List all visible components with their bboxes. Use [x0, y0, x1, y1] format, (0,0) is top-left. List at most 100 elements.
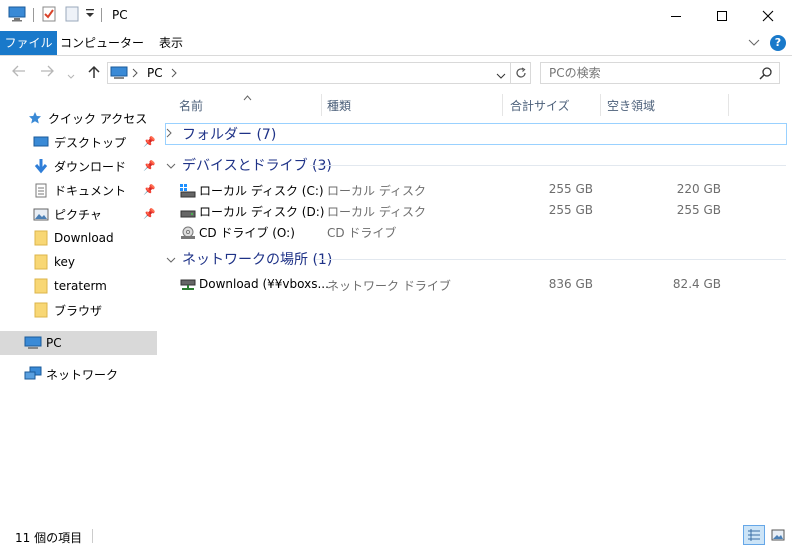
sidebar-item-label: PC — [46, 336, 62, 350]
help-icon[interactable]: ? — [770, 35, 786, 51]
ribbon-controls: ? — [748, 35, 786, 51]
breadcrumb-pc[interactable]: PC — [147, 66, 163, 80]
group-devices-and-drives[interactable]: デバイスとドライブ (3) — [166, 155, 332, 175]
address-dropdown-icon[interactable] — [496, 69, 506, 83]
sidebar-item-browser[interactable]: ブラウザ — [32, 299, 102, 321]
content-pane: 名前 種類 合計サイズ 空き領域 フォルダー (7) デバイスとドライブ (3)… — [160, 90, 792, 520]
title-bar: PC — [0, 0, 792, 31]
drive-name: ローカル ディスク (C:) — [199, 184, 324, 198]
refresh-button[interactable] — [511, 62, 531, 84]
maximize-button[interactable] — [699, 0, 745, 31]
pc-icon — [24, 335, 42, 351]
column-header-name[interactable]: 名前 — [179, 94, 203, 118]
maximize-icon — [717, 10, 727, 21]
computer-icon — [8, 6, 26, 22]
sidebar-item-downloads[interactable]: ダウンロード — [32, 155, 126, 177]
sidebar-item-documents[interactable]: ドキュメント — [32, 179, 126, 201]
column-divider[interactable] — [502, 94, 503, 116]
title-divider — [101, 8, 102, 22]
sidebar-item-label: ダウンロード — [54, 159, 127, 174]
properties-icon[interactable] — [42, 6, 56, 22]
sidebar-item-desktop[interactable]: デスクトップ — [32, 131, 126, 153]
details-view-button[interactable] — [743, 525, 765, 545]
customize-quick-access-icon[interactable] — [86, 9, 94, 19]
refresh-icon — [515, 67, 526, 78]
column-divider[interactable] — [321, 94, 322, 116]
breadcrumb-separator-icon[interactable] — [132, 67, 138, 81]
column-header-total-size[interactable]: 合計サイズ — [510, 94, 570, 118]
drive-total-size: 255 GB — [548, 203, 593, 217]
expand-ribbon-icon[interactable] — [748, 36, 760, 50]
table-row[interactable]: CD ドライブ (O:) CD ドライブ — [160, 222, 792, 242]
tab-computer[interactable]: コンピューター — [60, 31, 144, 55]
minimize-button[interactable] — [653, 0, 699, 31]
up-icon[interactable] — [88, 65, 100, 83]
sidebar-item-download-folder[interactable]: Download — [32, 227, 114, 249]
drive-name: ローカル ディスク (D:) — [199, 205, 325, 219]
folder-icon — [32, 230, 50, 246]
tab-file[interactable]: ファイル — [0, 31, 57, 55]
new-folder-icon[interactable] — [65, 6, 79, 22]
column-divider[interactable] — [600, 94, 601, 116]
back-icon[interactable] — [12, 65, 26, 81]
forward-icon[interactable] — [40, 65, 54, 81]
pin-icon[interactable]: 📌 — [143, 185, 155, 196]
pc-icon — [110, 66, 128, 83]
sidebar-item-key[interactable]: key — [32, 251, 75, 273]
table-row[interactable]: ローカル ディスク (C:) ローカル ディスク 255 GB 220 GB — [160, 180, 792, 200]
column-divider[interactable] — [728, 94, 729, 116]
sidebar-item-label: デスクトップ — [54, 135, 127, 150]
cd-drive-icon — [180, 226, 196, 240]
tab-view[interactable]: 表示 — [150, 31, 192, 55]
window-title: PC — [112, 8, 128, 22]
status-bar: 11 個の項目 — [0, 520, 792, 548]
table-row[interactable]: ローカル ディスク (D:) ローカル ディスク 255 GB 255 GB — [160, 201, 792, 221]
recent-locations-icon[interactable] — [67, 68, 75, 84]
large-icons-view-icon — [771, 529, 785, 541]
close-button[interactable] — [745, 0, 791, 31]
system-drive-icon — [180, 183, 196, 198]
minimize-icon — [671, 15, 681, 17]
table-row[interactable]: Download (¥¥vboxs... ネットワーク ドライブ 836 GB … — [160, 275, 792, 295]
drive-name: Download (¥¥vboxs... — [199, 277, 329, 291]
sidebar-item-label: ブラウザ — [54, 303, 103, 318]
group-label: ネットワークの場所 (1) — [182, 252, 333, 268]
sidebar-item-label: クイック アクセス — [48, 111, 148, 126]
status-divider — [92, 529, 93, 543]
sidebar-item-teraterm[interactable]: teraterm — [32, 275, 107, 297]
drive-type: CD ドライブ — [327, 226, 397, 240]
pin-icon[interactable]: 📌 — [143, 209, 155, 220]
sidebar-item-pictures[interactable]: ピクチャ — [32, 203, 102, 225]
group-label: フォルダー (7) — [182, 127, 277, 143]
sidebar-item-quick-access[interactable]: クイック アクセス — [26, 107, 147, 129]
folder-icon — [32, 302, 50, 318]
sidebar-item-label: ピクチャ — [54, 207, 102, 222]
column-header-type[interactable]: 種類 — [327, 94, 351, 118]
group-network-locations[interactable]: ネットワークの場所 (1) — [166, 249, 332, 269]
sidebar-item-label: Download — [54, 231, 114, 245]
search-box[interactable] — [540, 62, 780, 84]
download-arrow-icon — [32, 158, 50, 174]
folder-icon — [32, 254, 50, 270]
details-view-icon — [748, 529, 760, 541]
pin-icon[interactable]: 📌 — [143, 137, 155, 148]
large-icons-view-button[interactable] — [767, 525, 789, 545]
breadcrumb-chevron-icon[interactable] — [171, 67, 177, 81]
network-icon — [24, 366, 42, 382]
sidebar-item-pc[interactable]: PC — [0, 331, 157, 355]
column-header-free-space[interactable]: 空き領域 — [607, 94, 655, 118]
expand-chevron-icon — [166, 128, 178, 141]
pin-icon[interactable]: 📌 — [143, 161, 155, 172]
sidebar-item-label: teraterm — [54, 279, 107, 293]
search-input[interactable] — [549, 66, 749, 80]
quick-access-divider — [33, 8, 34, 22]
address-bar[interactable]: PC — [107, 62, 511, 84]
sidebar-item-network[interactable]: ネットワーク — [24, 363, 118, 385]
group-folders[interactable]: フォルダー (7) — [165, 123, 787, 145]
ribbon: ファイル コンピューター 表示 ? — [0, 31, 792, 56]
folder-icon — [32, 278, 50, 294]
sidebar-item-label: ネットワーク — [46, 367, 119, 382]
drive-total-size: 255 GB — [548, 182, 593, 196]
search-icon[interactable] — [759, 66, 773, 83]
star-icon — [26, 110, 44, 126]
